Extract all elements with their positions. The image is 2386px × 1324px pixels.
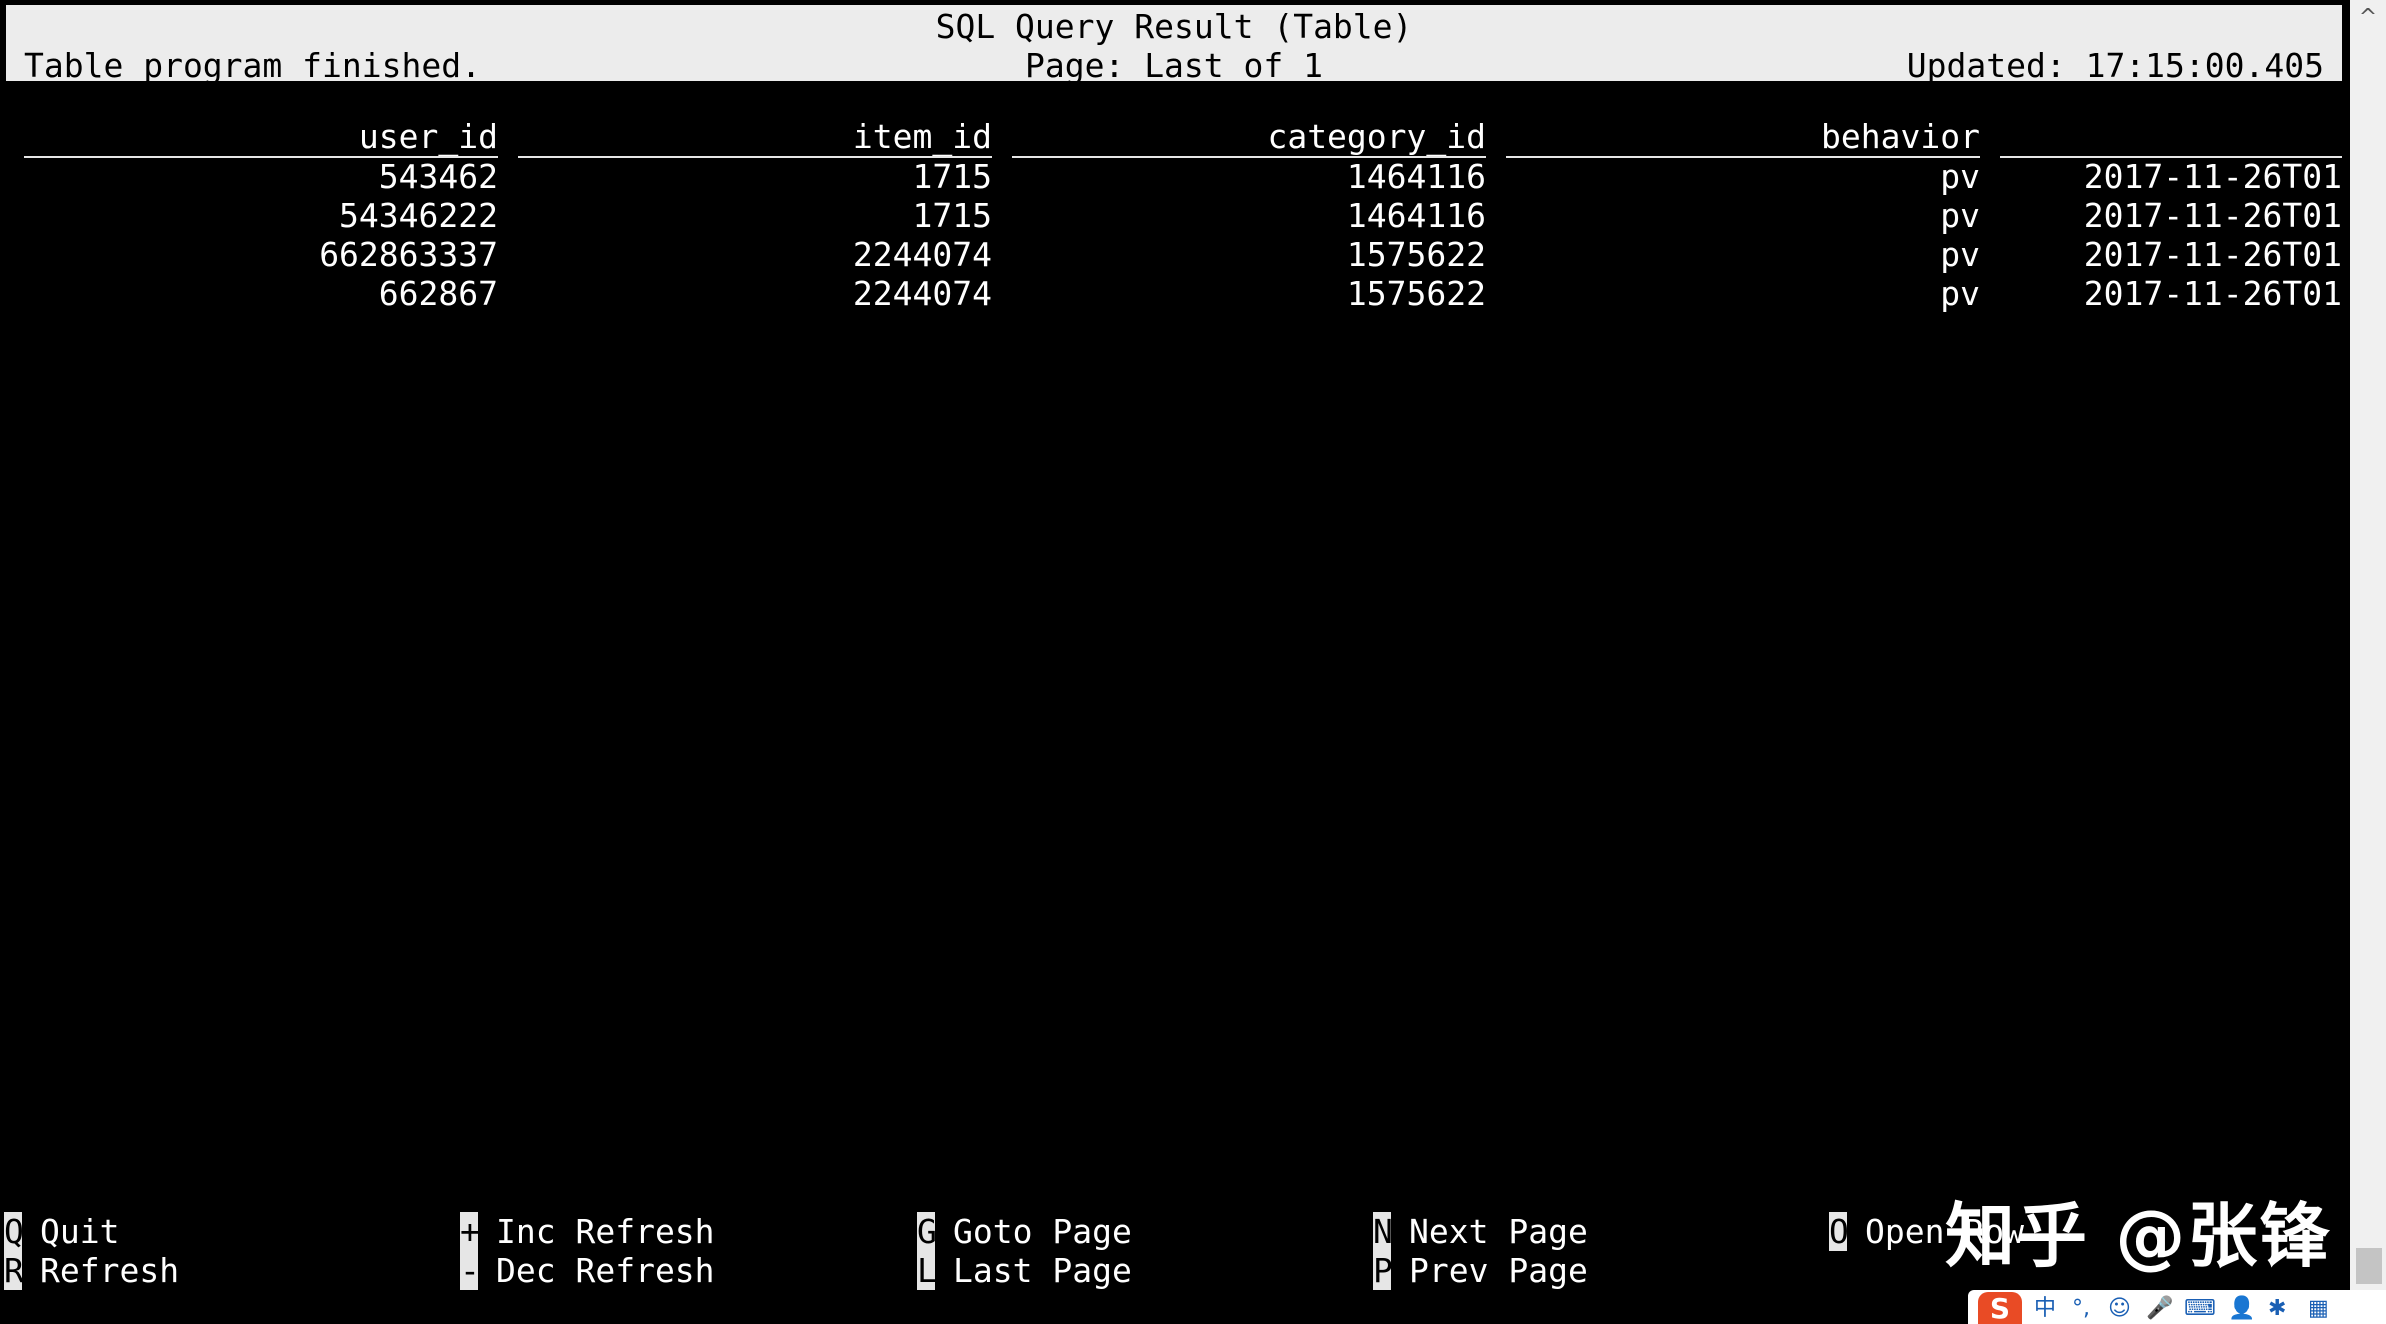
hint-label: Prev Page: [1409, 1251, 1588, 1290]
table-row[interactable]: 662863337 2244074 1575622 pv 2017-11-26T…: [0, 235, 2350, 274]
cell-behavior: pv: [1940, 157, 1980, 196]
hint-label: Next Page: [1409, 1212, 1588, 1251]
hint-refresh[interactable]: R Refresh: [4, 1251, 179, 1290]
cell-category-id: 1464116: [1346, 196, 1486, 235]
hint-inc-refresh[interactable]: + Inc Refresh: [460, 1212, 715, 1251]
scroll-thumb[interactable]: [2356, 1248, 2382, 1284]
column-header-user-id[interactable]: user_id: [24, 118, 498, 158]
hint-label: Last Page: [953, 1251, 1132, 1290]
ime-language-indicator[interactable]: 中: [2034, 1296, 2056, 1322]
hint-prev-page[interactable]: P Prev Page: [1373, 1251, 1588, 1290]
grid-icon[interactable]: ▦: [2308, 1296, 2329, 1322]
key-plus: +: [460, 1212, 480, 1251]
key-r: R: [4, 1251, 24, 1290]
table-row[interactable]: 54346222 1715 1464116 pv 2017-11-26T01: [0, 196, 2350, 235]
vertical-scrollbar[interactable]: ^: [2350, 0, 2386, 1324]
cell-timestamp: 2017-11-26T01: [2083, 196, 2342, 235]
hint-label: Refresh: [40, 1251, 180, 1290]
hint-last-page[interactable]: L Last Page: [917, 1251, 1132, 1290]
column-header-timestamp[interactable]: [2000, 118, 2342, 158]
key-g: G: [917, 1212, 937, 1251]
cell-item-id: 1715: [912, 157, 992, 196]
key-l: L: [917, 1251, 937, 1290]
cell-behavior: pv: [1940, 235, 1980, 274]
scroll-up-arrow-icon[interactable]: ^: [2350, 0, 2386, 36]
cell-category-id: 1575622: [1346, 235, 1486, 274]
column-header-item-id[interactable]: item_id: [518, 118, 992, 158]
cell-category-id: 1464116: [1346, 157, 1486, 196]
key-q: Q: [4, 1212, 24, 1251]
window-title: SQL Query Result (Table): [935, 7, 1413, 46]
hint-label: Dec Refresh: [496, 1251, 715, 1290]
cell-behavior: pv: [1940, 274, 1980, 313]
cell-timestamp: 2017-11-26T01: [2083, 274, 2342, 313]
key-p: P: [1373, 1251, 1393, 1290]
hint-goto-page[interactable]: G Goto Page: [917, 1212, 1132, 1251]
hint-label: Quit: [40, 1212, 120, 1251]
hint-label: Inc Refresh: [496, 1212, 715, 1251]
cell-item-id: 2244074: [852, 235, 992, 274]
column-header-behavior[interactable]: behavior: [1506, 118, 1980, 158]
microphone-icon[interactable]: 🎤: [2146, 1296, 2173, 1322]
updated-timestamp: Updated: 17:15:00.405: [1906, 46, 2324, 85]
zhihu-watermark: 知乎 @张锋: [1945, 1195, 2332, 1277]
cell-item-id: 2244074: [852, 274, 992, 313]
table-row[interactable]: 543462 1715 1464116 pv 2017-11-26T01: [0, 157, 2350, 196]
cell-timestamp: 2017-11-26T01: [2083, 235, 2342, 274]
key-n: N: [1373, 1212, 1393, 1251]
cell-item-id: 1715: [912, 196, 992, 235]
hint-next-page[interactable]: N Next Page: [1373, 1212, 1588, 1251]
column-header-category-id[interactable]: category_id: [1012, 118, 1486, 158]
key-o: O: [1829, 1212, 1849, 1251]
emoji-icon[interactable]: ☺: [2108, 1296, 2131, 1322]
hint-dec-refresh[interactable]: - Dec Refresh: [460, 1251, 715, 1290]
table-row[interactable]: 662867 2244074 1575622 pv 2017-11-26T01: [0, 274, 2350, 313]
cell-timestamp: 2017-11-26T01: [2083, 157, 2342, 196]
cell-user-id: 54346222: [339, 196, 498, 235]
cell-category-id: 1575622: [1346, 274, 1486, 313]
keyboard-icon[interactable]: ⌨: [2184, 1296, 2216, 1322]
ime-tray: S 中 °, ☺ 🎤 ⌨ 👤 ✱ ▦: [1968, 1290, 2386, 1324]
cell-user-id: 543462: [378, 157, 498, 196]
key-minus: -: [460, 1251, 480, 1290]
settings-icon[interactable]: ✱: [2268, 1296, 2286, 1322]
hint-label: Goto Page: [953, 1212, 1132, 1251]
punctuation-icon[interactable]: °,: [2072, 1296, 2090, 1322]
hint-quit[interactable]: Q Quit: [4, 1212, 119, 1251]
cell-user-id: 662863337: [319, 235, 498, 274]
cell-user-id: 662867: [378, 274, 498, 313]
title-bar: SQL Query Result (Table) Table program f…: [6, 5, 2342, 85]
user-icon[interactable]: 👤: [2228, 1296, 2255, 1322]
cell-behavior: pv: [1940, 196, 1980, 235]
sogou-ime-icon[interactable]: S: [1978, 1292, 2022, 1324]
